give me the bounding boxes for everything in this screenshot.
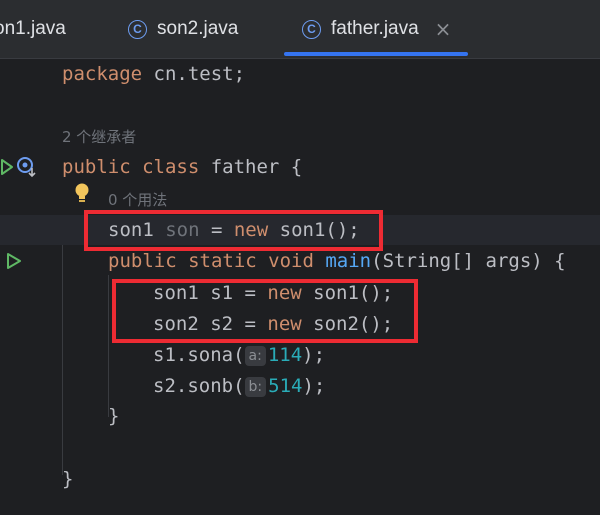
highlight-box-field (84, 210, 383, 251)
method-call: s1.sona( (153, 344, 245, 366)
keyword: public (108, 250, 177, 272)
keyword: static (176, 250, 257, 272)
number-literal: 514 (268, 375, 303, 397)
active-tab-indicator (284, 52, 468, 56)
keyword: package (62, 63, 143, 85)
highlight-box-locals (112, 279, 418, 343)
class-name: father { (199, 156, 303, 178)
number-literal: 114 (267, 344, 303, 366)
code-line-call-sona: s1.sona(a: 114); (153, 340, 325, 370)
run-main-icon[interactable] (5, 251, 23, 271)
parameter-hint: b: (244, 376, 267, 397)
indent-guide (108, 275, 109, 417)
close-icon[interactable]: × (435, 17, 452, 41)
tab-son1[interactable]: on1.java (0, 0, 66, 58)
inheritors-gutter-icon[interactable] (16, 156, 38, 178)
class-icon: C (302, 19, 321, 39)
inheritors-hint[interactable]: 2 个继承者 (62, 125, 136, 149)
tab-son2[interactable]: C son2.java (128, 0, 238, 58)
method-call: s2.sonb( (153, 375, 245, 397)
tab-father[interactable]: C father.java × (302, 0, 451, 58)
code-line-call-sonb: s2.sonb(b: 514); (153, 371, 325, 401)
indent-guide (62, 245, 63, 475)
keyword: class (130, 156, 200, 178)
usages-hint[interactable]: 0 个用法 (108, 188, 167, 212)
method-params: (String[] args) { (371, 250, 566, 272)
punctuation: ); (302, 344, 326, 366)
code-line-close-method: } (108, 405, 120, 427)
package-name: cn.test; (142, 63, 246, 85)
parameter-hint: a: (244, 345, 266, 366)
class-icon: C (128, 19, 147, 39)
code-editor[interactable]: package cn.test; 2 个继承者 public class fat… (0, 59, 600, 515)
lightbulb-icon[interactable] (73, 182, 91, 206)
method-name: main (313, 250, 372, 272)
code-line-package: package cn.test; (62, 59, 245, 89)
tab-label: on1.java (0, 18, 66, 39)
tab-label: son2.java (157, 18, 239, 39)
code-line-class-decl: public class father { (62, 152, 302, 182)
editor-tab-bar: on1.java C son2.java C father.java × (0, 0, 600, 59)
code-line-close-class: } (62, 468, 74, 490)
punctuation: ); (302, 375, 326, 397)
run-icon[interactable] (0, 157, 14, 177)
tab-label: father.java (331, 18, 419, 39)
keyword: void (256, 250, 314, 272)
keyword: public (62, 156, 131, 178)
